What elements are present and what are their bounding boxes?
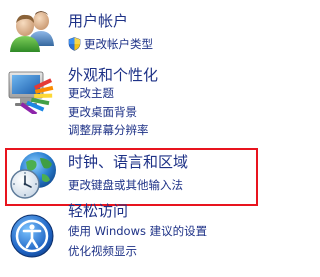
ease-of-access-icon[interactable] xyxy=(8,212,56,260)
link-change-keyboard-input[interactable]: 更改键盘或其他输入法 xyxy=(68,178,183,192)
link-change-desktop-background[interactable]: 更改桌面背景 xyxy=(68,105,137,119)
category-user-accounts: 用户帐户 更改帐户类型 xyxy=(0,0,264,62)
category-ease-of-access: 轻松访问 使用 Windows 建议的设置 优化视频显示 xyxy=(0,202,264,277)
category-title-ease-of-access[interactable]: 轻松访问 xyxy=(68,202,128,220)
appearance-monitor-icon[interactable] xyxy=(6,64,56,114)
uac-shield-icon xyxy=(68,37,81,51)
clock-globe-icon[interactable] xyxy=(8,150,60,202)
users-icon[interactable] xyxy=(8,6,58,56)
category-clock-language-region: 时钟、语言和区域 更改键盘或其他输入法 xyxy=(0,146,264,208)
link-adjust-screen-resolution[interactable]: 调整屏幕分辨率 xyxy=(68,123,149,137)
category-appearance: 外观和个性化 更改主题 更改桌面背景 调整屏幕分辨率 xyxy=(0,62,264,146)
link-change-theme[interactable]: 更改主题 xyxy=(68,86,114,100)
link-use-windows-recommended-settings[interactable]: 使用 Windows 建议的设置 xyxy=(68,224,207,238)
category-title-appearance[interactable]: 外观和个性化 xyxy=(68,66,158,84)
link-change-account-type[interactable]: 更改帐户类型 xyxy=(84,37,153,51)
category-title-user-accounts[interactable]: 用户帐户 xyxy=(68,12,128,30)
link-optimize-video-display[interactable]: 优化视频显示 xyxy=(68,244,137,258)
category-title-clock-language-region[interactable]: 时钟、语言和区域 xyxy=(68,153,188,171)
